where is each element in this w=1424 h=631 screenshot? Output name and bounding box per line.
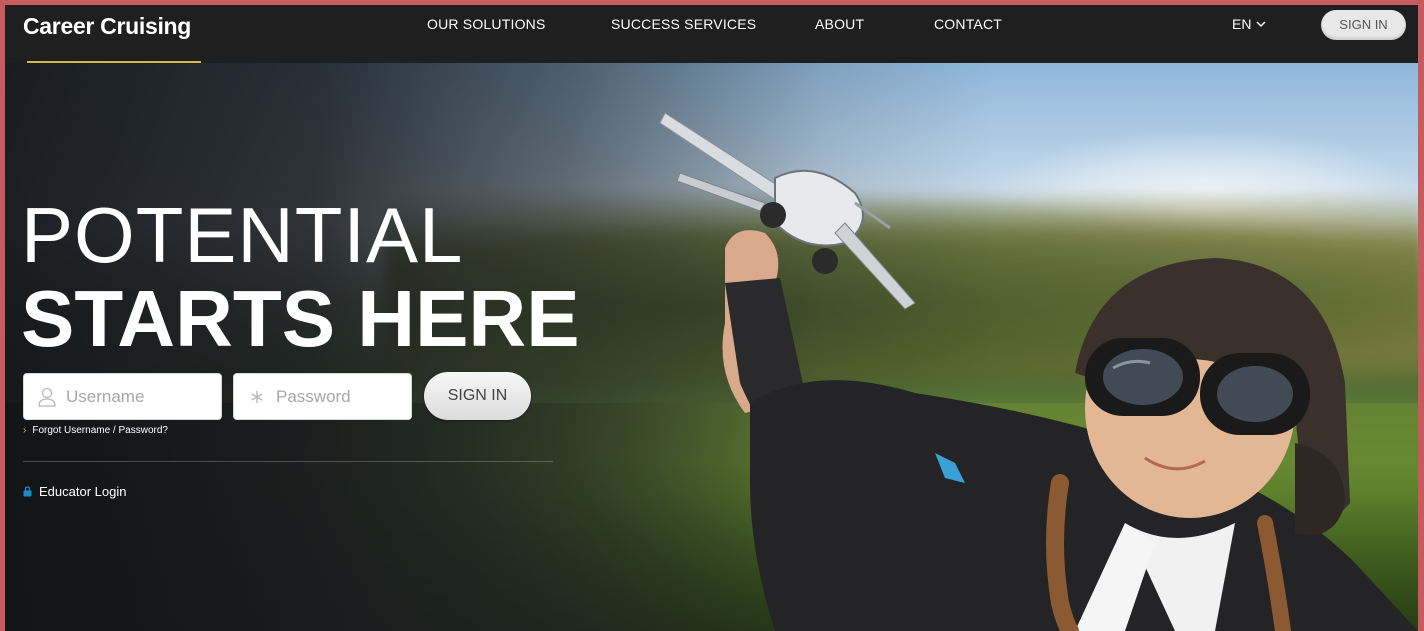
hero-field-shade xyxy=(5,403,765,631)
hero-signin-button[interactable]: SIGN IN xyxy=(424,372,531,420)
nav-success-services[interactable]: SUCCESS SERVICES xyxy=(611,16,756,32)
chevron-right-icon: › xyxy=(23,425,27,436)
nav-contact[interactable]: CONTACT xyxy=(934,16,1002,32)
hero-child-illustration xyxy=(659,112,1418,631)
chevron-down-icon xyxy=(1256,20,1266,27)
header-signin-button[interactable]: SIGN IN xyxy=(1321,10,1406,40)
username-input[interactable] xyxy=(66,386,186,407)
language-label: EN xyxy=(1232,16,1252,32)
hero-headline-line2: STARTS HERE xyxy=(21,274,580,363)
page-frame: Career Cruising OUR SOLUTIONS SUCCESS SE… xyxy=(5,5,1418,631)
lock-icon xyxy=(23,486,32,497)
password-input[interactable] xyxy=(276,386,396,407)
nav-about[interactable]: ABOUT xyxy=(815,16,864,32)
top-navigation: Career Cruising OUR SOLUTIONS SUCCESS SE… xyxy=(5,5,1418,63)
user-icon xyxy=(38,387,56,407)
password-field[interactable] xyxy=(233,373,412,420)
educator-login-link[interactable]: Educator Login xyxy=(23,484,126,499)
username-field[interactable] xyxy=(23,373,222,420)
brand-underline xyxy=(27,61,201,63)
forgot-credentials-link[interactable]: › Forgot Username / Password? xyxy=(23,425,168,436)
asterisk-icon xyxy=(251,390,263,403)
nav-our-solutions[interactable]: OUR SOLUTIONS xyxy=(427,16,546,32)
language-selector[interactable]: EN xyxy=(1232,16,1266,32)
brand-logo[interactable]: Career Cruising xyxy=(23,13,191,40)
forgot-link-label: Forgot Username / Password? xyxy=(32,425,168,436)
hero-headline-line1: POTENTIAL xyxy=(21,191,464,279)
educator-login-label: Educator Login xyxy=(39,484,127,499)
form-divider xyxy=(23,461,553,462)
hero-section: POTENTIAL STARTS HERE SIGN IN › Forgot U… xyxy=(5,63,1418,631)
toy-plane-image xyxy=(659,112,916,310)
